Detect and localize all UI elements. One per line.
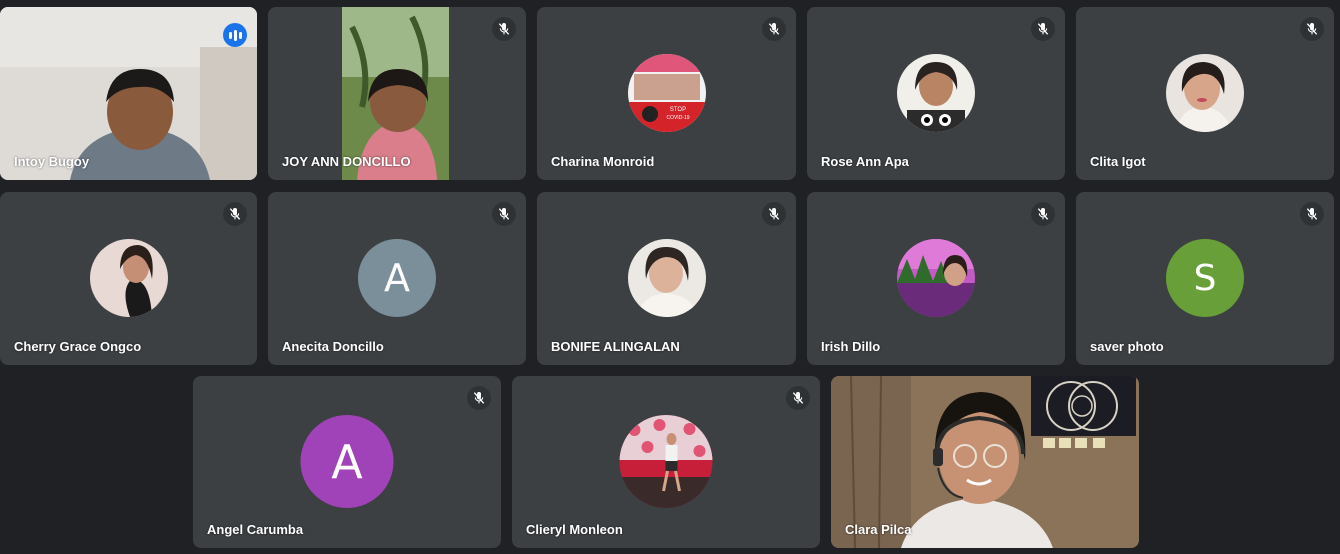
avatar-initial: A [331,434,363,489]
participant-tile-rose-ann-apa[interactable]: Rose Ann Apa [807,7,1065,180]
avatar-text-stop: STOP [669,107,685,113]
avatar-initial: A [384,256,410,300]
mic-off-icon [762,17,786,41]
participant-avatar [1166,54,1244,132]
participant-name: Clita Igot [1090,154,1146,169]
participant-tile-saver-photo[interactable]: S saver photo [1076,192,1334,365]
participant-tile-clieryl-monleon[interactable]: Clieryl Monleon [512,376,820,548]
participant-avatar [89,239,168,317]
avatar-initial: S [1193,257,1217,299]
mic-off-icon [1031,17,1055,41]
participant-initial-avatar: S [1166,239,1244,317]
participant-name: Anecita Doncillo [282,339,384,354]
participant-tile-clara-pilca[interactable]: Clara Pilca [831,376,1139,548]
avatar-text-covid: COVID-19 [666,115,689,121]
participant-tile-irish-dillo[interactable]: Irish Dillo [807,192,1065,365]
mic-off-icon [762,202,786,226]
mic-off-icon [223,202,247,226]
participant-name: BONIFE ALINGALAN [551,339,680,354]
participant-initial-avatar: A [300,415,394,508]
participant-avatar [897,54,975,132]
participant-initial-avatar: A [358,239,436,317]
mic-off-icon [467,386,491,410]
participant-tile-cherry-grace-ongco[interactable]: Cherry Grace Ongco [0,192,257,365]
participant-name: Irish Dillo [821,339,881,354]
participant-tile-intoy-bugoy[interactable]: Intoy Bugoy [0,7,257,180]
participant-tile-anecita-doncillo[interactable]: A Anecita Doncillo [268,192,526,365]
audio-level-icon [223,23,247,47]
participant-name: Charina Monroid [551,154,655,169]
participant-name: Clara Pilca [845,522,912,537]
mic-off-icon [1031,202,1055,226]
participant-tile-angel-carumba[interactable]: A Angel Carumba [193,376,501,548]
participant-tile-charina-monroid[interactable]: STOP COVID-19 Charina Monroid [537,7,796,180]
participant-name: JOY ANN DONCILLO [282,154,411,169]
participant-name: Rose Ann Apa [821,154,909,169]
mic-off-icon [1300,17,1324,41]
participant-name: Cherry Grace Ongco [14,339,142,354]
mic-off-icon [786,386,810,410]
participant-name: saver photo [1090,339,1164,354]
participant-tile-joy-ann-doncillo[interactable]: JOY ANN DONCILLO [268,7,526,180]
mic-off-icon [492,17,516,41]
participant-avatar [897,239,975,317]
participant-avatar: STOP COVID-19 [627,54,706,132]
participant-name: Angel Carumba [207,522,304,537]
participant-name: Intoy Bugoy [14,154,90,169]
participant-avatar [619,415,713,508]
mic-off-icon [492,202,516,226]
participant-avatar [627,239,706,317]
participant-name: Clieryl Monleon [526,522,623,537]
mic-off-icon [1300,202,1324,226]
participant-tile-bonife-alingalan[interactable]: BONIFE ALINGALAN [537,192,796,365]
participant-tile-clita-igot[interactable]: Clita Igot [1076,7,1334,180]
